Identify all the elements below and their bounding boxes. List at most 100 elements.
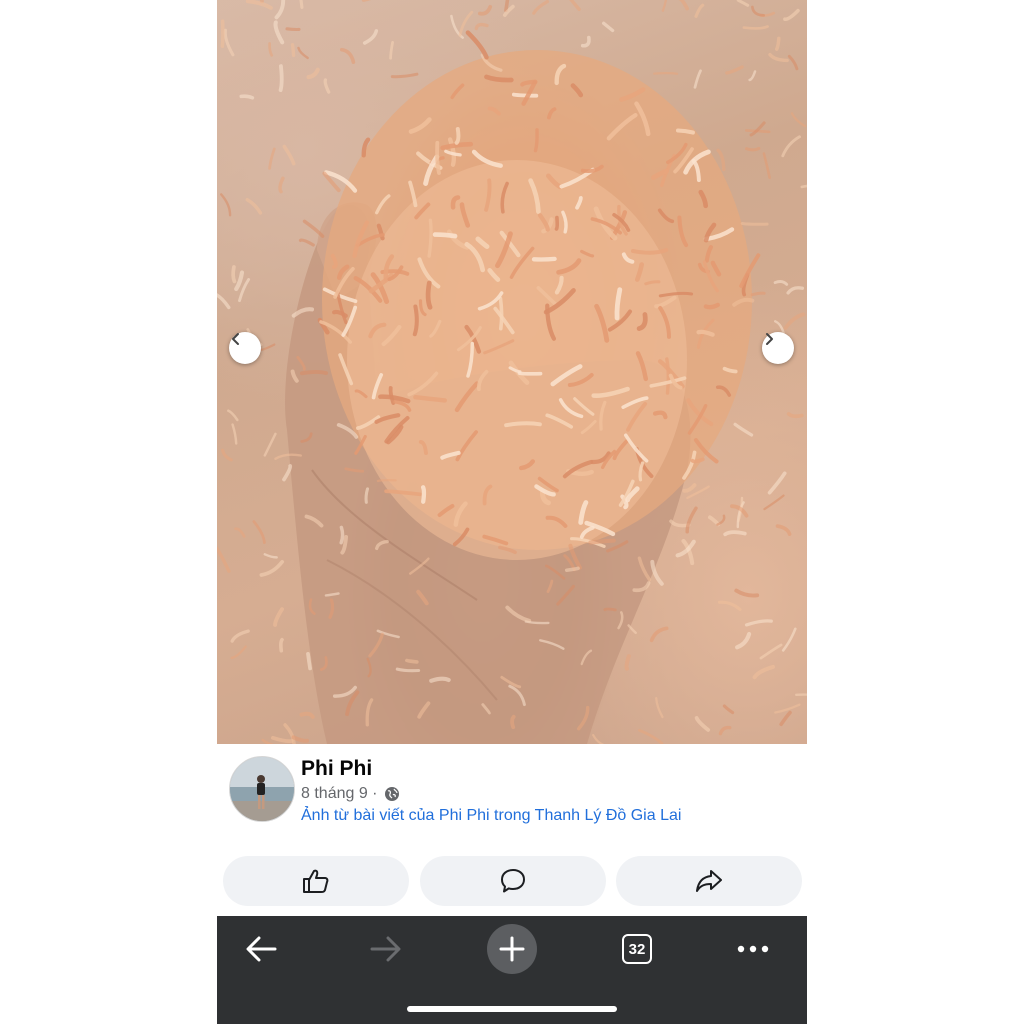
shrimp-texture	[299, 711, 315, 719]
shrimp-texture	[477, 4, 493, 16]
shrimp-texture	[252, 520, 266, 545]
shrimp-texture	[395, 667, 421, 673]
shrimp-texture	[389, 41, 394, 60]
shrimp-texture	[602, 21, 615, 33]
shrimp-texture	[429, 676, 451, 683]
shrimp-texture	[510, 714, 516, 730]
shrimp-texture	[227, 409, 239, 422]
shrimp-texture	[748, 70, 757, 82]
shrimp-texture	[299, 369, 329, 376]
shrimp-texture	[694, 3, 705, 18]
shrimp-texture	[420, 485, 427, 504]
browser-toolbar: 32	[217, 916, 807, 1024]
shrimp-texture	[652, 72, 679, 75]
shrimp-texture	[245, 197, 263, 215]
post-date: 8 tháng 9 ·	[301, 785, 378, 802]
author-name[interactable]: Phi Phi	[301, 757, 372, 781]
shrimp-texture	[231, 265, 237, 284]
shrimp-texture	[725, 65, 744, 75]
shrimp-texture	[733, 422, 754, 437]
action-bar	[223, 856, 803, 906]
shrimp-texture	[734, 588, 760, 598]
forward-button[interactable]	[361, 924, 411, 974]
tabs-button[interactable]: 32	[612, 924, 662, 974]
shrimp-texture	[614, 287, 623, 321]
shrimp-texture	[781, 135, 801, 158]
shrimp-texture	[298, 238, 315, 247]
shrimp-texture	[297, 46, 309, 60]
shrimp-texture	[221, 448, 233, 462]
shrimp-texture	[775, 524, 792, 536]
shrimp-texture	[219, 193, 232, 217]
shrimp-texture	[682, 483, 697, 493]
shrimp-texture	[740, 221, 769, 226]
shrimp-texture	[723, 530, 747, 537]
shrimp-texture	[306, 67, 320, 80]
shrimp-texture	[783, 312, 806, 330]
shrimp-texture	[230, 645, 247, 660]
shrimp-texture	[220, 19, 225, 49]
shrimp-texture	[268, 147, 276, 170]
shrimp-texture	[603, 607, 617, 612]
shrimp-texture	[362, 29, 379, 45]
shrimp-texture	[762, 152, 771, 179]
shrimp-texture	[774, 703, 801, 714]
shrimp-texture	[693, 69, 702, 89]
next-photo-button[interactable]	[762, 332, 794, 364]
shrimp-texture	[376, 479, 397, 483]
shrimp-texture	[339, 525, 345, 545]
shrimp-texture	[279, 637, 284, 653]
comment-icon	[501, 869, 525, 893]
shrimp-texture	[234, 270, 245, 292]
shrimp-texture	[291, 735, 310, 743]
new-tab-button[interactable]	[487, 924, 537, 974]
shrimp-texture	[800, 184, 807, 189]
arrow-right-icon	[370, 936, 401, 962]
shrimp-texture	[245, 0, 273, 10]
shrimp-texture	[290, 42, 296, 58]
shrimp-texture	[703, 302, 720, 310]
share-icon	[696, 870, 722, 892]
share-button[interactable]	[616, 856, 802, 906]
shrimp-texture	[750, 291, 766, 297]
shrimp-texture	[239, 94, 255, 100]
shrimp-texture	[718, 725, 732, 736]
shrimp-texture	[763, 494, 785, 511]
shrimp-texture	[650, 559, 664, 586]
shrimp-texture	[432, 232, 458, 239]
previous-photo-button[interactable]	[229, 332, 261, 364]
avatar[interactable]	[229, 756, 295, 822]
shrimp-texture	[532, 0, 550, 15]
shrimp-texture	[717, 600, 742, 612]
comment-button[interactable]	[420, 856, 606, 906]
avatar-image	[230, 757, 294, 821]
like-button[interactable]	[223, 856, 409, 906]
shrimp-texture	[783, 8, 800, 21]
shrimp-texture	[675, 128, 695, 135]
shrimp-texture	[716, 148, 726, 172]
post-photo[interactable]	[217, 0, 807, 744]
more-button[interactable]	[728, 924, 778, 974]
shrimp-texture	[282, 144, 296, 166]
shrimp-texture	[554, 215, 560, 231]
shrimp-texture	[787, 54, 799, 71]
shrimp-texture	[217, 546, 231, 573]
shrimp-texture	[665, 357, 670, 395]
shrimp-texture	[274, 0, 286, 20]
shrimp-texture	[302, 219, 325, 238]
shrimp-texture	[736, 0, 750, 7]
shrimp-texture	[425, 280, 433, 310]
shrimp-texture	[223, 28, 235, 57]
shrimp-texture	[390, 72, 419, 79]
globe-icon	[384, 787, 399, 801]
shrimp-texture	[638, 728, 664, 744]
shrimp-texture	[263, 553, 278, 559]
shrimp-texture	[707, 515, 721, 527]
shrimp-texture	[285, 27, 301, 32]
shrimp-texture	[786, 412, 804, 419]
back-button[interactable]	[236, 924, 286, 974]
source-group-link[interactable]: Ảnh từ bài viết của Phi Phi trong Thanh …	[301, 807, 681, 825]
shrimp-texture	[259, 559, 285, 577]
shrimp-texture	[474, 22, 489, 31]
shrimp-texture	[299, 0, 304, 9]
